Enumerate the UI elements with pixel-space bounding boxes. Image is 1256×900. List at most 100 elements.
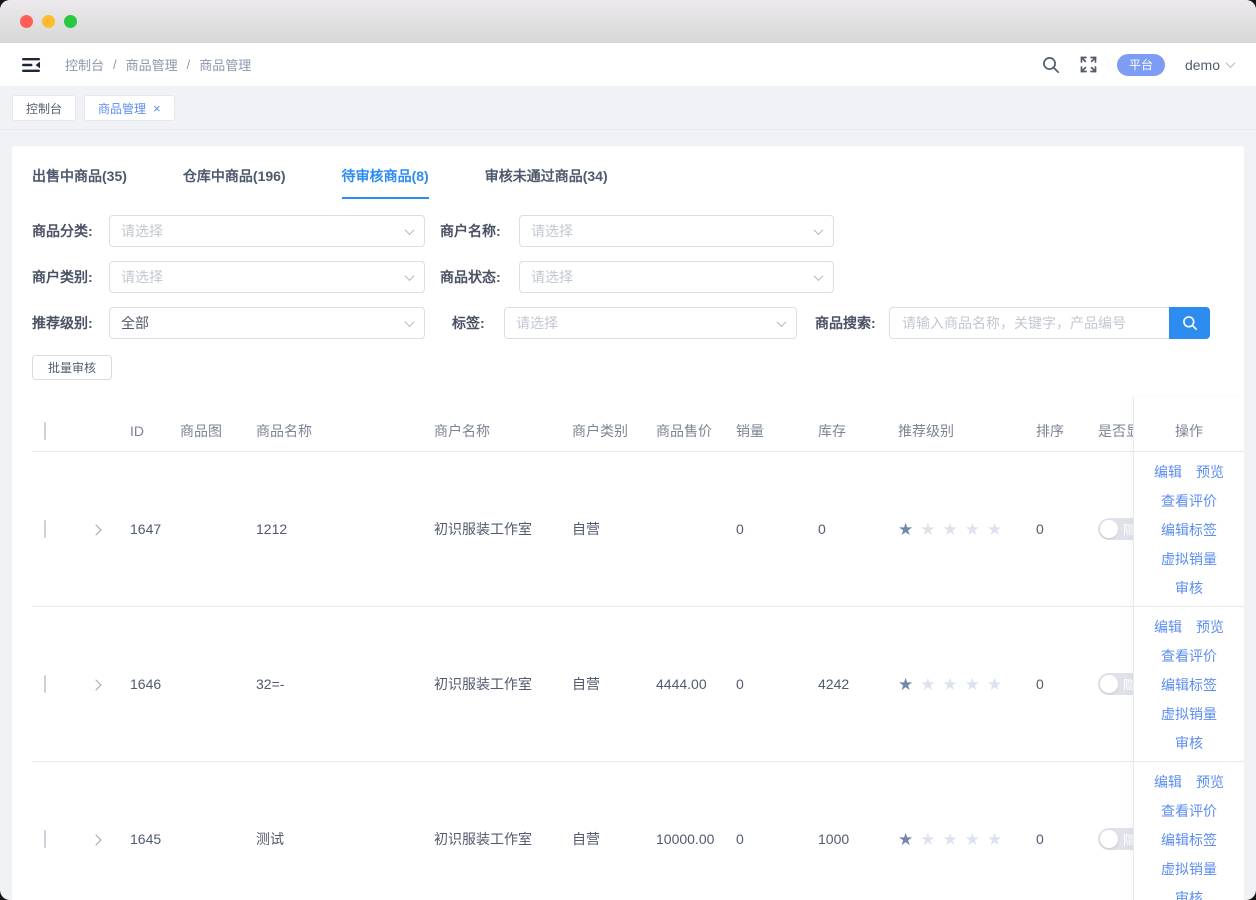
product-search-button[interactable] — [1169, 307, 1210, 339]
sidebar-collapse-button[interactable] — [22, 57, 41, 73]
col-stock: 库存 — [818, 421, 898, 441]
col-product-name: 商品名称 — [240, 421, 434, 441]
view-reviews-link[interactable]: 查看评价 — [1161, 801, 1217, 821]
table-body: 1647 1212 初识服装工作室 自营 0 0 ★★★★★ 0 隐藏 1646… — [32, 452, 1244, 900]
star-icon[interactable]: ★ — [987, 676, 1002, 693]
tab-in-warehouse[interactable]: 仓库中商品(196) — [183, 166, 286, 199]
close-window-button[interactable] — [20, 15, 33, 28]
window-title-bar — [0, 0, 1256, 43]
merchant-name-select[interactable]: 请选择 — [519, 215, 834, 247]
row-expand-icon[interactable] — [90, 679, 101, 690]
row-expand-icon[interactable] — [90, 524, 101, 535]
row-expand-icon[interactable] — [90, 834, 101, 845]
select-all-checkbox[interactable] — [44, 422, 46, 440]
preview-link[interactable]: 预览 — [1196, 772, 1224, 792]
col-product-image: 商品图 — [162, 421, 240, 441]
star-icon[interactable]: ★ — [898, 676, 913, 693]
app-window: 控制台 / 商品管理 / 商品管理 平台 — [0, 0, 1256, 900]
collapse-menu-icon — [22, 57, 41, 73]
cell-stock: 0 — [818, 521, 898, 537]
audit-link[interactable]: 审核 — [1175, 888, 1203, 900]
view-reviews-link[interactable]: 查看评价 — [1161, 646, 1217, 666]
toggle-knob — [1100, 830, 1118, 848]
tags-select[interactable]: 请选择 — [504, 307, 797, 339]
star-icon[interactable]: ★ — [920, 521, 935, 538]
star-icon[interactable]: ★ — [943, 676, 958, 693]
chevron-down-icon — [1226, 58, 1236, 68]
star-icon[interactable]: ★ — [898, 521, 913, 538]
edit-link[interactable]: 编辑 — [1154, 617, 1182, 637]
minimize-window-button[interactable] — [42, 15, 55, 28]
star-icon[interactable]: ★ — [987, 831, 1002, 848]
star-icon[interactable]: ★ — [987, 521, 1002, 538]
recommend-level-select[interactable]: 全部 — [109, 307, 425, 339]
tag-label: 控制台 — [26, 100, 62, 117]
fullscreen-expand-icon — [1080, 56, 1097, 73]
col-recommend-level: 推荐级别 — [898, 421, 1036, 441]
star-icon[interactable]: ★ — [943, 521, 958, 538]
row-checkbox[interactable] — [44, 830, 46, 848]
cell-sort: 0 — [1036, 676, 1098, 692]
col-merchant-name: 商户名称 — [434, 421, 572, 441]
user-menu[interactable]: demo — [1185, 57, 1234, 73]
star-rating: ★ ★ ★ ★ ★ — [898, 521, 1036, 538]
star-icon[interactable]: ★ — [965, 521, 980, 538]
cell-stock: 1000 — [818, 831, 898, 847]
star-icon[interactable]: ★ — [920, 831, 935, 848]
cell-sales: 0 — [736, 676, 818, 692]
preview-link[interactable]: 预览 — [1196, 617, 1224, 637]
category-select[interactable]: 请选择 — [109, 215, 425, 247]
audit-link[interactable]: 审核 — [1175, 578, 1203, 598]
product-status-select[interactable]: 请选择 — [519, 261, 834, 293]
edit-tags-link[interactable]: 编辑标签 — [1161, 675, 1217, 695]
cell-id: 1646 — [116, 676, 162, 692]
virtual-sales-link[interactable]: 虚拟销量 — [1161, 859, 1217, 879]
star-icon[interactable]: ★ — [898, 831, 913, 848]
table-row: 1646 32=- 初识服装工作室 自营 4444.00 0 4242 ★★★★… — [32, 607, 1244, 762]
star-icon[interactable]: ★ — [965, 676, 980, 693]
star-icon[interactable]: ★ — [943, 831, 958, 848]
edit-tags-link[interactable]: 编辑标签 — [1161, 830, 1217, 850]
toggle-knob — [1100, 520, 1118, 538]
row-actions: 编辑预览查看评价编辑标签虚拟销量审核 — [1134, 762, 1244, 900]
star-icon[interactable]: ★ — [965, 831, 980, 848]
zoom-window-button[interactable] — [64, 15, 77, 28]
tab-on-sale[interactable]: 出售中商品(35) — [32, 166, 127, 199]
close-icon[interactable]: × — [153, 102, 161, 115]
tag-goods-manage[interactable]: 商品管理 × — [84, 95, 175, 121]
cell-merchant-type: 自营 — [572, 519, 656, 539]
header-search-button[interactable] — [1042, 56, 1060, 74]
select-placeholder: 请选择 — [121, 267, 163, 287]
tag-label: 商品管理 — [98, 100, 146, 117]
edit-tags-link[interactable]: 编辑标签 — [1161, 520, 1217, 540]
actions-cells: 编辑预览查看评价编辑标签虚拟销量审核编辑预览查看评价编辑标签虚拟销量审核编辑预览… — [1134, 452, 1244, 900]
filter-row-1: 商品分类: 请选择 商户名称: 请选择 — [32, 215, 1244, 247]
audit-link[interactable]: 审核 — [1175, 733, 1203, 753]
breadcrumb-item-goods-manage[interactable]: 商品管理 — [199, 55, 251, 74]
star-icon[interactable]: ★ — [920, 676, 935, 693]
view-reviews-link[interactable]: 查看评价 — [1161, 491, 1217, 511]
cell-stock: 4242 — [818, 676, 898, 692]
filter-label-merchant-type: 商户类别: — [32, 267, 102, 287]
star-rating: ★ ★ ★ ★ ★ — [898, 676, 1036, 693]
row-checkbox[interactable] — [44, 675, 46, 693]
product-search-input[interactable] — [889, 307, 1169, 339]
preview-link[interactable]: 预览 — [1196, 462, 1224, 482]
cell-sort: 0 — [1036, 521, 1098, 537]
virtual-sales-link[interactable]: 虚拟销量 — [1161, 549, 1217, 569]
batch-review-button[interactable]: 批量审核 — [32, 355, 112, 380]
breadcrumb-item-goods[interactable]: 商品管理 — [126, 55, 178, 74]
fullscreen-button[interactable] — [1080, 56, 1097, 73]
col-price: 商品售价 — [656, 421, 736, 441]
breadcrumb-item-console[interactable]: 控制台 — [65, 55, 104, 74]
edit-link[interactable]: 编辑 — [1154, 462, 1182, 482]
select-placeholder: 请选择 — [531, 221, 573, 241]
merchant-type-select[interactable]: 请选择 — [109, 261, 425, 293]
filter-label-recommend-level: 推荐级别: — [32, 313, 102, 333]
row-checkbox[interactable] — [44, 520, 46, 538]
virtual-sales-link[interactable]: 虚拟销量 — [1161, 704, 1217, 724]
tab-pending-review[interactable]: 待审核商品(8) — [342, 166, 429, 199]
tab-review-failed[interactable]: 审核未通过商品(34) — [485, 166, 608, 199]
tag-console[interactable]: 控制台 — [12, 95, 76, 121]
edit-link[interactable]: 编辑 — [1154, 772, 1182, 792]
